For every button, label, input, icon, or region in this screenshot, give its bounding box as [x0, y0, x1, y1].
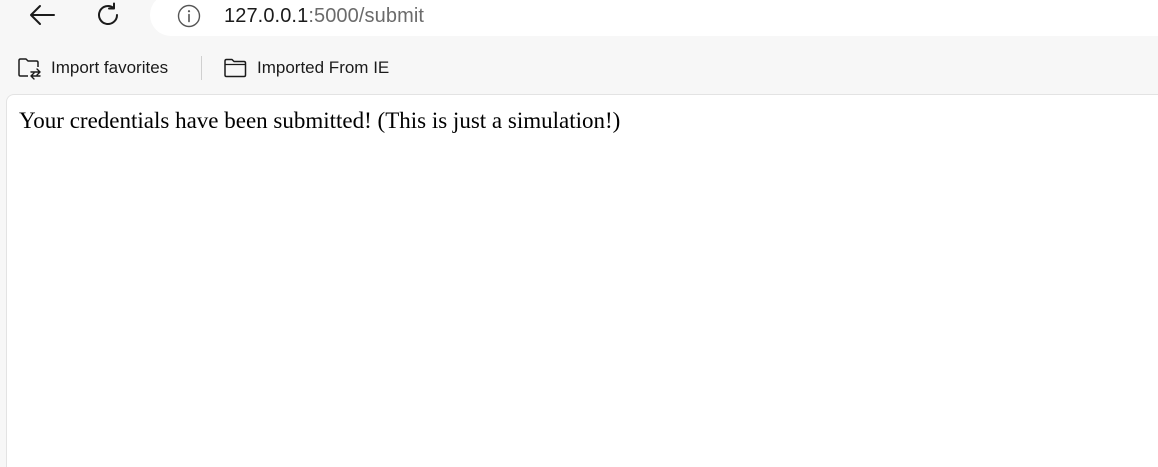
submission-message: Your credentials have been submitted! (T… — [19, 108, 621, 133]
favorites-folder-imported-from-ie[interactable]: Imported From IE — [223, 55, 389, 81]
info-circle-icon — [177, 4, 201, 28]
favorites-item-import[interactable]: Import favorites — [17, 55, 168, 81]
url-host: 127.0.0.1 — [224, 5, 309, 27]
favorites-bar: Import favorites Imported From IE — [0, 50, 1158, 86]
favorites-divider — [201, 56, 202, 80]
url-path: :5000/submit — [308, 5, 425, 27]
favorites-item-label: Import favorites — [51, 58, 169, 77]
folder-import-icon — [18, 58, 41, 80]
reload-button[interactable] — [90, 0, 126, 30]
browser-window: 127.0.0.1:5000/submit Import favorites I… — [0, 0, 1158, 467]
back-arrow-icon — [30, 5, 55, 25]
site-info-button[interactable] — [176, 3, 202, 29]
page-content: Your credentials have been submitted! (T… — [6, 94, 1158, 467]
folder-icon — [224, 58, 247, 78]
url-text[interactable]: 127.0.0.1:5000/submit — [224, 4, 424, 28]
back-button[interactable] — [24, 0, 60, 30]
favorites-item-label: Imported From IE — [257, 58, 390, 77]
reload-icon — [98, 2, 118, 26]
browser-toolbar: 127.0.0.1:5000/submit — [0, 0, 1158, 38]
